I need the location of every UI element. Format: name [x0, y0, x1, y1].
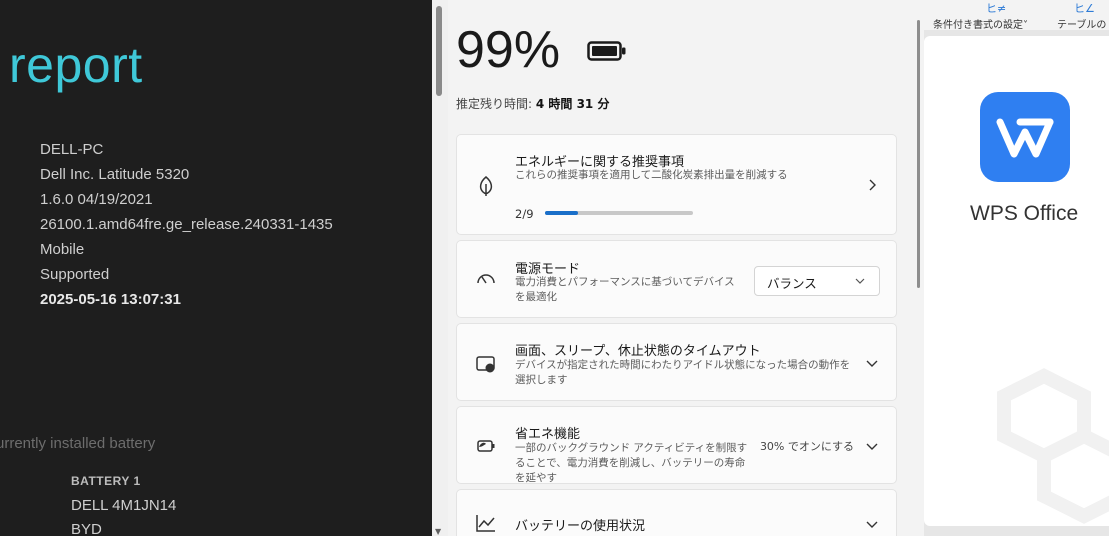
wps-splash: WPS Office [924, 36, 1109, 526]
conditional-format-button[interactable]: 条件付き書式の設定˅ [933, 16, 1028, 31]
settings-scrollbar-thumb[interactable] [917, 20, 920, 288]
battery-name: BATTERY 1 [71, 474, 141, 488]
installed-battery-heading: urrently installed battery [0, 435, 156, 452]
report-title: report [9, 37, 143, 93]
chevron-down-icon[interactable] [866, 440, 878, 452]
report-time: 2025-05-16 13:07:31 [40, 291, 181, 308]
bios-version: 1.6.0 04/19/2021 [40, 191, 153, 208]
power-mode-dropdown[interactable]: バランス [754, 266, 880, 296]
chevron-down-icon [855, 278, 865, 284]
progress-fill [545, 211, 578, 215]
battery-report-pane: report DELL-PC Dell Inc. Latitude 5320 1… [0, 0, 432, 536]
power-mode-card: 電源モード 電力消費とパフォーマンスに基づいてデバイスを最適化 バランス [456, 240, 897, 318]
gauge-icon [477, 274, 495, 284]
remaining-label: 推定残り時間: [456, 97, 533, 111]
screen-sleep-card[interactable]: 画面、スリープ、休止状態のタイムアウト デバイスが指定された時間にわたりアイドル… [456, 323, 897, 401]
progress-count: 2/9 [515, 207, 534, 221]
card-description: デバイスが指定された時間にわたりアイドル状態になった場合の動作を選択します [515, 359, 851, 386]
estimated-remaining-time: 推定残り時間: 4 時間 31 分 [456, 95, 609, 112]
wps-window: ヒ≠ ヒ∠ 条件付き書式の設定˅ テーブルの WPS Office [924, 0, 1109, 536]
card-description: 電力消費とパフォーマンスに基づいてデバイスを最適化 [515, 276, 735, 303]
card-description: これらの推奨事項を適用して二酸化炭素排出量を削減する [515, 169, 788, 181]
card-title: 画面、スリープ、休止状態のタイムアウト [515, 344, 761, 359]
energy-saver-card[interactable]: 省エネ機能 一部のバックグラウンド アクティビティを制限することで、電力消費を削… [456, 406, 897, 484]
power-settings-pane: 99% 推定残り時間: 4 時間 31 分 エネルギーに関する推奨事項 これらの… [448, 0, 924, 536]
chevron-right-icon[interactable] [866, 179, 878, 191]
chevron-down-icon[interactable] [866, 518, 878, 530]
system-product: Dell Inc. Latitude 5320 [40, 166, 190, 183]
battery-manufacturer: BYD [71, 521, 102, 536]
wps-w-icon [996, 118, 1054, 158]
power-mode-value: バランス [767, 276, 817, 291]
progress-bar [545, 211, 693, 215]
wps-logo [980, 92, 1070, 182]
leaf-icon [479, 176, 493, 196]
computer-name: DELL-PC [40, 141, 104, 158]
connected-standby: Supported [40, 266, 110, 283]
report-scrollbar-thumb[interactable] [436, 6, 442, 96]
remaining-value: 4 時間 31 分 [535, 97, 610, 111]
battery-percent: 99% [456, 21, 561, 79]
energy-saver-status: 30% でオンにする [759, 440, 854, 453]
energy-recommendations-card[interactable]: エネルギーに関する推奨事項 これらの推奨事項を適用して二酸化炭素排出量を削減する… [456, 134, 897, 235]
battery-manufacturer-id: DELL 4M1JN14 [71, 497, 177, 514]
table-format-icon[interactable]: ヒ∠ [1074, 0, 1095, 16]
screen-moon-icon [476, 356, 495, 373]
wps-app-name: WPS Office [970, 202, 1079, 225]
conditional-format-icon[interactable]: ヒ≠ [986, 0, 1006, 16]
battery-full-icon [587, 41, 626, 61]
battery-saver-icon [477, 440, 495, 452]
os-build: 26100.1.amd64fre.ge_release.240331-1435 [40, 216, 333, 233]
scroll-down-arrow-icon[interactable]: ▼ [435, 527, 441, 536]
chevron-down-icon[interactable] [866, 357, 878, 369]
line-chart-icon [476, 515, 495, 532]
card-title: 省エネ機能 [515, 427, 581, 442]
battery-usage-card[interactable]: バッテリーの使用状況 [456, 489, 897, 536]
ribbon-strip: ヒ≠ ヒ∠ 条件付き書式の設定˅ テーブルの [924, 0, 1109, 31]
platform-role: Mobile [40, 241, 85, 258]
card-description: 一部のバックグラウンド アクティビティを制限することで、電力消費を削減し、バッテ… [515, 442, 748, 484]
card-title: バッテリーの使用状況 [515, 519, 646, 534]
table-format-button[interactable]: テーブルの [1057, 16, 1106, 31]
